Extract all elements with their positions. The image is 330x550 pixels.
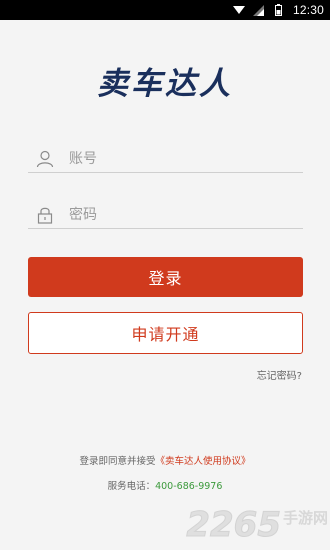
user-icon — [35, 149, 55, 169]
agreement-prefix: 登录即同意并接受 — [79, 456, 156, 467]
site-watermark: 2265 手游网 — [186, 505, 328, 545]
username-input[interactable] — [69, 146, 303, 171]
status-time: 12:30 — [292, 3, 324, 17]
service-phone-link[interactable]: 400-686-9976 — [155, 481, 222, 492]
service-prefix: 服务电话： — [107, 481, 156, 492]
app-logo: 卖车达人 — [97, 66, 233, 102]
watermark-number: 2265 — [186, 505, 282, 545]
forgot-password-link[interactable]: 忘记密码? — [257, 367, 302, 382]
login-button[interactable]: 登录 — [28, 257, 303, 297]
wifi-icon — [232, 4, 245, 16]
username-field — [28, 145, 303, 173]
password-input[interactable] — [69, 202, 303, 227]
watermark-text: 手游网 — [282, 509, 328, 527]
service-line: 服务电话：400-686-9976 — [0, 478, 330, 492]
login-screen: 12:30 卖车达人 登录 申请开通 忘记密码? 登录即同意并接受《卖车达人使用… — [0, 0, 330, 550]
apply-account-button[interactable]: 申请开通 — [28, 312, 303, 354]
agreement-text: 登录即同意并接受《卖车达人使用协议》 — [0, 453, 330, 467]
status-bar: 12:30 — [0, 0, 330, 20]
password-field — [28, 201, 303, 229]
agreement-link[interactable]: 《卖车达人使用协议》 — [156, 456, 251, 467]
signal-icon — [253, 4, 265, 16]
battery-icon — [273, 4, 285, 16]
lock-icon — [35, 205, 55, 225]
